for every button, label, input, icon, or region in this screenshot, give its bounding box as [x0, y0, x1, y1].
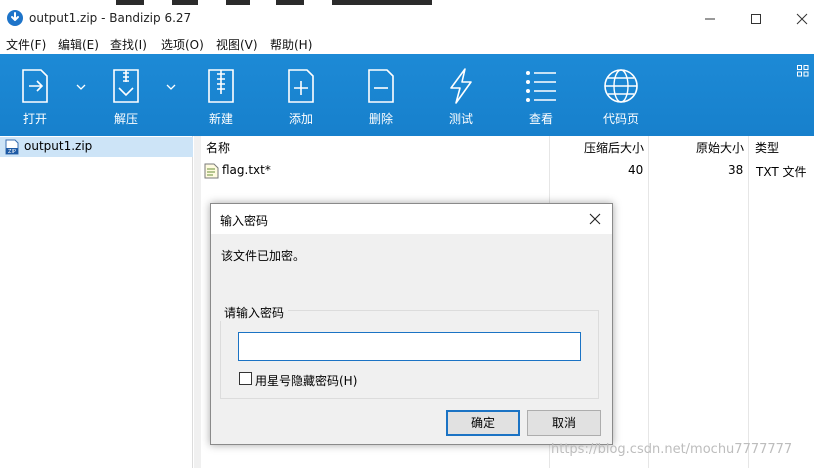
bandizip-logo-icon [7, 10, 23, 26]
cancel-button[interactable]: 取消 [527, 410, 601, 436]
window-title: output1.zip - Bandizip 6.27 [29, 11, 192, 25]
zip-archive-icon: ZIP [5, 139, 19, 155]
layout-grid-icon[interactable] [797, 65, 809, 77]
test-icon [450, 68, 472, 104]
menu-options[interactable]: 选项(O) [161, 36, 204, 53]
menu-file[interactable]: 文件(F) [6, 36, 46, 53]
dialog-message: 该文件已加密。 [221, 249, 306, 263]
column-header-original[interactable]: 原始大小 [696, 139, 744, 156]
hide-password-checkbox[interactable] [239, 372, 252, 385]
dialog-title: 输入密码 [220, 214, 269, 228]
menu-bar: 文件(F) 编辑(E) 查找(I) 选项(O) 视图(V) 帮助(H) [0, 33, 814, 54]
column-header-type[interactable]: 类型 [755, 139, 779, 156]
add-file-icon [288, 69, 314, 103]
view-button[interactable]: 查看 [511, 54, 571, 136]
toolbar: 打开 解压 新建 添加 删除 测试 查看 代码页 [0, 54, 814, 136]
delete-button[interactable]: 删除 [351, 54, 411, 136]
delete-file-icon [368, 69, 394, 103]
file-name: flag.txt* [222, 163, 271, 177]
extract-dropdown-chevron-icon[interactable] [166, 81, 176, 91]
new-archive-label: 新建 [208, 112, 233, 126]
dialog-close-button[interactable] [584, 209, 606, 229]
folder-tree: ZIP output1.zip [0, 136, 193, 468]
open-button[interactable]: 打开 [5, 54, 65, 136]
extract-icon [113, 69, 139, 103]
new-archive-icon [208, 69, 234, 103]
watermark-text: https://blog.csdn.net/mochu7777777 [551, 442, 793, 457]
column-divider [748, 136, 749, 468]
file-type: TXT 文件 [756, 165, 807, 179]
menu-help[interactable]: 帮助(H) [270, 36, 312, 53]
open-dropdown-chevron-icon[interactable] [76, 81, 86, 91]
test-button[interactable]: 测试 [431, 54, 491, 136]
file-original-size: 38 [728, 163, 744, 177]
add-button[interactable]: 添加 [271, 54, 331, 136]
extract-label: 解压 [113, 112, 138, 126]
column-divider [648, 136, 649, 468]
minimize-button[interactable] [687, 5, 733, 33]
add-label: 添加 [288, 112, 313, 126]
globe-icon [604, 69, 638, 103]
password-dialog: 输入密码 该文件已加密。 请输入密码 用星号隐藏密码(H) 确定 取消 [210, 203, 613, 445]
column-header-compressed[interactable]: 压缩后大小 [584, 139, 644, 156]
dialog-title-bar: 输入密码 [211, 204, 612, 234]
menu-view[interactable]: 视图(V) [216, 36, 258, 53]
tree-item-label: output1.zip [24, 139, 93, 153]
view-label: 查看 [528, 112, 553, 126]
codepage-label: 代码页 [602, 112, 639, 126]
column-header-name[interactable]: 名称 [206, 139, 230, 156]
close-icon [589, 213, 601, 225]
svg-text:ZIP: ZIP [8, 149, 16, 155]
password-input[interactable] [238, 332, 581, 361]
view-icon [526, 71, 556, 102]
ok-button[interactable]: 确定 [446, 410, 520, 436]
file-compressed-size: 40 [628, 163, 644, 177]
text-file-icon [204, 163, 219, 179]
open-icon [22, 69, 48, 103]
title-bar: output1.zip - Bandizip 6.27 [0, 5, 814, 33]
codepage-button[interactable]: 代码页 [591, 54, 651, 136]
extract-button[interactable]: 解压 [96, 54, 156, 136]
menu-find[interactable]: 查找(I) [110, 36, 147, 53]
delete-label: 删除 [368, 112, 393, 126]
open-label: 打开 [22, 112, 47, 126]
hide-password-label[interactable]: 用星号隐藏密码(H) [255, 372, 357, 389]
tree-item-archive[interactable]: ZIP output1.zip [0, 137, 193, 157]
test-label: 测试 [448, 112, 473, 126]
pane-splitter[interactable] [194, 136, 201, 468]
menu-edit[interactable]: 编辑(E) [58, 36, 99, 53]
maximize-button[interactable] [733, 5, 779, 33]
close-button[interactable] [779, 5, 814, 33]
password-group-label: 请输入密码 [220, 304, 289, 321]
new-archive-button[interactable]: 新建 [191, 54, 251, 136]
